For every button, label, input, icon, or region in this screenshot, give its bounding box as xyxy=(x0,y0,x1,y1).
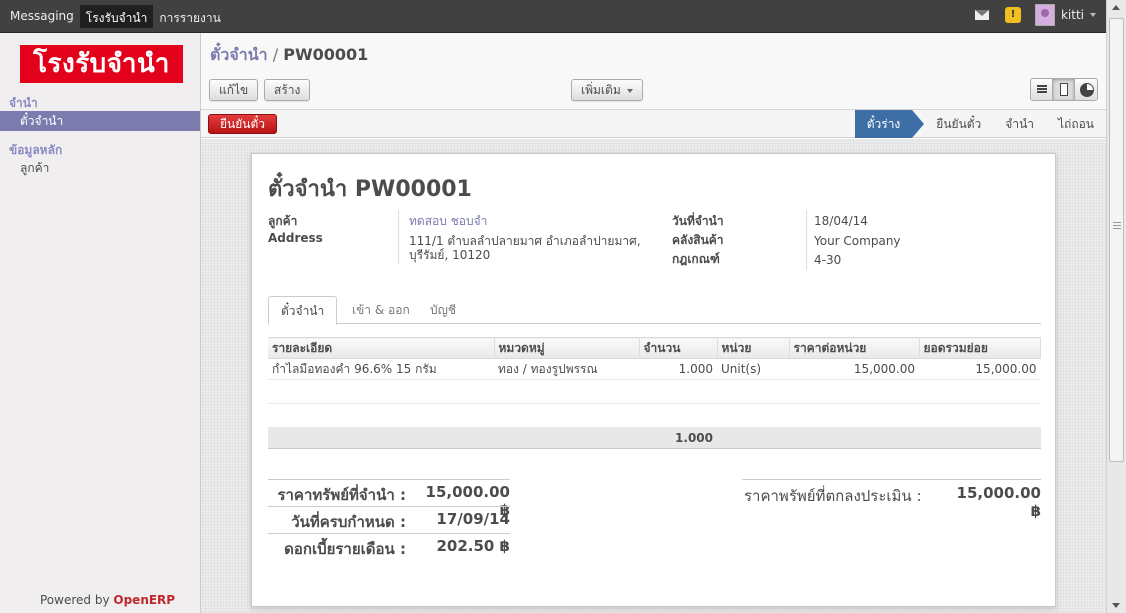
create-button[interactable]: สร้าง xyxy=(264,79,311,101)
user-area: ! kitti xyxy=(974,4,1096,26)
menu-pawnshop[interactable]: โรงรับจำนำ xyxy=(79,5,154,28)
column-header[interactable]: จำนวน xyxy=(639,337,718,359)
vertical-scrollbar[interactable] xyxy=(1106,0,1126,613)
powered-by: Powered by OpenERP xyxy=(40,593,175,607)
empty-row xyxy=(268,403,1041,428)
top-menu: Messaging โรงรับจำนำ การรายงาน xyxy=(4,5,227,28)
menu-messaging[interactable]: Messaging xyxy=(4,5,80,28)
warning-icon[interactable]: ! xyxy=(1004,7,1021,23)
stage-confirmed[interactable]: ยืนยันตั๋ว xyxy=(924,110,993,138)
chevron-down-icon[interactable] xyxy=(1090,13,1096,17)
menu-reporting[interactable]: การรายงาน xyxy=(153,5,226,28)
appraised-price-value: 15,000.00 ฿ xyxy=(956,484,1041,520)
summary-divider xyxy=(742,479,1041,480)
form-sheet: ตั๋วจำนำ PW00001 ลูกค้า ทดสอบ ชอบจำ Addr… xyxy=(251,153,1056,607)
column-header[interactable]: ราคาต่อหน่วย xyxy=(789,337,920,359)
pawn-lines-table: รายละเอียด หมวดหมู่ จำนวน หน่วย ราคาต่อห… xyxy=(268,337,1041,449)
confirm-ticket-button[interactable]: ยืนยันตั๋ว xyxy=(208,114,277,134)
appraised-price-label: ราคาพรัพย์ที่ตกลงประเมิน : xyxy=(744,487,922,505)
more-dropdown[interactable]: เพิ่มเติม xyxy=(571,79,643,101)
tab-pawn-ticket[interactable]: ตั๋วจำนำ xyxy=(268,296,338,325)
line-subtotal: 15,000.00 xyxy=(919,358,1041,380)
field-divider xyxy=(806,210,807,270)
column-header[interactable]: รายละเอียด xyxy=(268,337,495,359)
mail-icon[interactable] xyxy=(974,10,989,20)
column-header[interactable]: หมวดหมู่ xyxy=(494,337,640,359)
stage-draft[interactable]: ตั๋วร่าง xyxy=(854,110,924,138)
pawn-date-field[interactable]: 18/04/14 xyxy=(814,214,868,228)
empty-row xyxy=(268,379,1041,404)
document-title: ตั๋วจำนำ PW00001 xyxy=(268,177,472,202)
asset-price-label: ราคาทรัพย์ที่จำนำ : xyxy=(277,486,406,504)
line-category: ทอง / ทองรูปพรรณ xyxy=(494,358,639,380)
customer-label: ลูกค้า xyxy=(268,214,298,228)
monthly-interest-label: ดอกเบี้ยรายเดือน : xyxy=(284,540,406,558)
user-name[interactable]: kitti xyxy=(1061,8,1084,22)
column-header[interactable]: หน่วย xyxy=(717,337,790,359)
view-header: ตั๋วจำนำ / PW00001 แก้ไข สร้าง เพิ่มเติม xyxy=(201,33,1106,110)
breadcrumb: ตั๋วจำนำ / PW00001 xyxy=(210,43,368,68)
pawn-date-label: วันที่จำนำ xyxy=(672,214,724,228)
table-row[interactable]: กำไลมือทองคำ 96.6% 15 กรัม ทอง / ทองรูปพ… xyxy=(268,358,1041,380)
grip-icon xyxy=(1113,222,1121,229)
rule-field[interactable]: 4-30 xyxy=(814,253,841,267)
more-label: เพิ่มเติม xyxy=(581,83,621,97)
warehouse-label: คลังสินค้า xyxy=(672,233,724,247)
address-label: Address xyxy=(268,231,323,245)
stage-bar: ตั๋วร่าง ยืนยันตั๋ว จำนำ ไถ่ถอน xyxy=(854,110,1106,138)
line-unit: Unit(s) xyxy=(717,358,789,380)
scroll-up-icon[interactable] xyxy=(1112,5,1120,10)
sidebar-item-pawn-tickets[interactable]: ตั๋วจำนำ xyxy=(0,111,200,131)
field-divider xyxy=(398,210,399,264)
company-logo[interactable]: โรงรับจำนำ xyxy=(20,45,183,83)
stage-redeemed[interactable]: ไถ่ถอน xyxy=(1046,110,1106,138)
powered-by-label: Powered by xyxy=(40,593,110,607)
avatar[interactable] xyxy=(1034,4,1055,26)
list-view-icon[interactable] xyxy=(1031,79,1053,100)
breadcrumb-parent[interactable]: ตั๋วจำนำ xyxy=(210,45,268,64)
table-header-row: รายละเอียด หมวดหมู่ จำนวน หน่วย ราคาต่อห… xyxy=(268,337,1041,359)
scroll-down-icon[interactable] xyxy=(1112,603,1120,608)
sidebar: โรงรับจำนำ จำนำ ตั๋วจำนำ ข้อมูลหลัก ลูกค… xyxy=(0,33,201,613)
stage-pawned[interactable]: จำนำ xyxy=(993,110,1046,138)
sidebar-item-customers[interactable]: ลูกค้า xyxy=(0,158,200,178)
due-date-value: 17/09/14 xyxy=(436,510,510,528)
line-quantity: 1.000 xyxy=(639,358,717,380)
rule-label: กฎเกณฑ์ xyxy=(672,252,720,266)
due-date-label: วันที่ครบกำหนด : xyxy=(291,513,406,531)
line-unit-price: 15,000.00 xyxy=(789,358,919,380)
graph-view-icon[interactable] xyxy=(1075,79,1097,100)
openerp-link[interactable]: OpenERP xyxy=(113,593,175,607)
tab-in-out[interactable]: เข้า & ออก xyxy=(340,296,422,324)
top-menu-bar: Messaging โรงรับจำนำ การรายงาน ! kitti xyxy=(0,0,1106,33)
table-total-row: 1.000 xyxy=(268,427,1041,449)
summary-divider xyxy=(268,479,510,480)
warehouse-field[interactable]: Your Company xyxy=(814,234,901,248)
summary-divider xyxy=(268,533,510,534)
edit-button[interactable]: แก้ไข xyxy=(209,79,259,101)
breadcrumb-current: PW00001 xyxy=(283,45,369,64)
customer-field[interactable]: ทดสอบ ชอบจำ xyxy=(409,212,487,231)
breadcrumb-separator: / xyxy=(272,45,279,64)
tab-accounting[interactable]: บัญชี xyxy=(418,296,468,324)
view-switcher xyxy=(1030,78,1098,101)
scrollbar-thumb[interactable] xyxy=(1109,18,1124,462)
notebook-tabs: ตั๋วจำนำ เข้า & ออก บัญชี xyxy=(268,296,1041,325)
address-line2: บุรีรัมย์, 10120 xyxy=(409,248,491,262)
summary-divider xyxy=(268,506,510,507)
chevron-down-icon xyxy=(626,88,633,93)
total-quantity: 1.000 xyxy=(639,427,717,449)
line-description: กำไลมือทองคำ 96.6% 15 กรัม xyxy=(268,358,494,380)
monthly-interest-value: 202.50 ฿ xyxy=(436,537,510,555)
status-bar: ยืนยันตั๋ว ตั๋วร่าง ยืนยันตั๋ว จำนำ ไถ่ถ… xyxy=(201,110,1106,138)
column-header[interactable]: ยอดรวมย่อย xyxy=(919,337,1041,359)
form-view-icon[interactable] xyxy=(1053,79,1075,100)
